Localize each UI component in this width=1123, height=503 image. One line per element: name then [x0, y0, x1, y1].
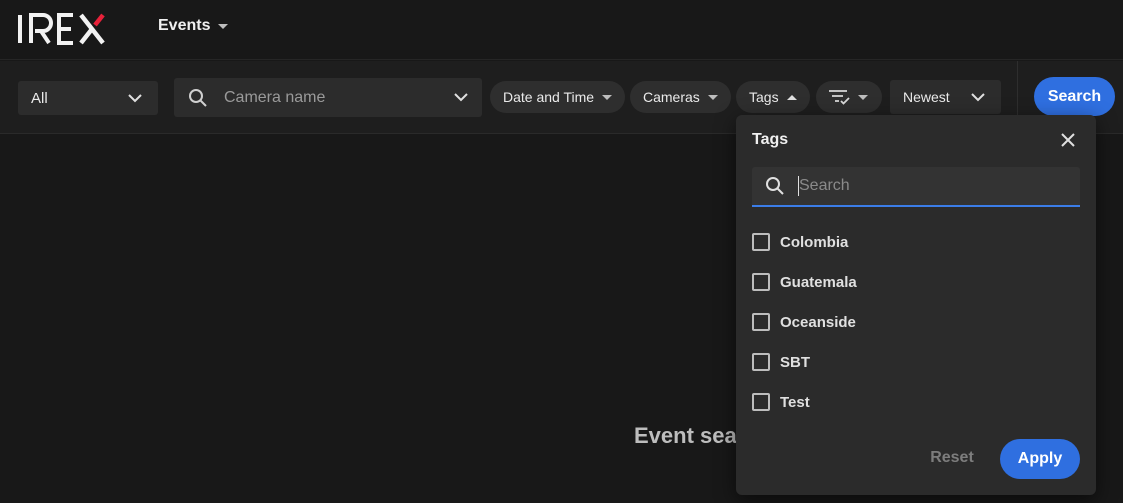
- tags-filter-label: Tags: [749, 89, 779, 105]
- caret-down-icon: [218, 23, 229, 29]
- tag-label: Colombia: [780, 233, 849, 251]
- tag-checkbox[interactable]: [752, 273, 770, 291]
- tag-label: Guatemala: [780, 273, 857, 291]
- top-bar: Events: [0, 0, 1123, 60]
- apply-button[interactable]: Apply: [1000, 439, 1080, 479]
- search-button[interactable]: Search: [1034, 77, 1115, 116]
- camera-name-input[interactable]: [224, 88, 454, 107]
- tag-option[interactable]: Oceanside: [752, 302, 857, 342]
- tag-option[interactable]: Colombia: [752, 222, 857, 262]
- caret-up-icon: [786, 94, 797, 100]
- tag-checkbox[interactable]: [752, 393, 770, 411]
- scope-select-value: All: [31, 89, 48, 107]
- reset-button[interactable]: Reset: [917, 442, 987, 474]
- advanced-filter[interactable]: [816, 81, 882, 113]
- chevron-down-icon: [971, 92, 985, 101]
- tag-list: Colombia Guatemala Oceanside SBT Test: [752, 232, 857, 432]
- tag-option[interactable]: Guatemala: [752, 262, 857, 302]
- scope-select[interactable]: All: [18, 81, 158, 115]
- irex-logo[interactable]: [17, 13, 121, 45]
- tag-search-field[interactable]: [752, 167, 1080, 207]
- tag-label: SBT: [780, 353, 810, 371]
- caret-down-icon: [602, 94, 613, 100]
- tag-label: Oceanside: [780, 313, 856, 331]
- tags-popover: Tags Colombia Guatemala Oceanside SBT: [736, 115, 1096, 495]
- tag-option[interactable]: SBT: [752, 342, 857, 382]
- events-menu-label: Events: [158, 17, 211, 34]
- search-icon: [766, 177, 784, 195]
- popover-title: Tags: [752, 131, 789, 148]
- caret-down-icon: [707, 94, 718, 100]
- close-icon[interactable]: [1060, 132, 1076, 148]
- chevron-down-icon[interactable]: [454, 93, 468, 102]
- sort-select-value: Newest: [903, 89, 950, 105]
- filter-icon: [829, 90, 850, 105]
- date-time-filter[interactable]: Date and Time: [490, 81, 626, 113]
- sort-select[interactable]: Newest: [890, 80, 1001, 114]
- empty-state-message: Event sea: [634, 423, 737, 448]
- chevron-down-icon: [128, 93, 142, 102]
- tags-filter[interactable]: Tags: [736, 81, 810, 113]
- tag-checkbox[interactable]: [752, 313, 770, 331]
- tag-checkbox[interactable]: [752, 233, 770, 251]
- tag-search-input[interactable]: [799, 177, 1067, 195]
- camera-name-field[interactable]: [174, 78, 482, 117]
- tag-checkbox[interactable]: [752, 353, 770, 371]
- tag-option[interactable]: Test: [752, 382, 857, 422]
- date-time-filter-label: Date and Time: [503, 89, 595, 105]
- tag-label: Test: [780, 393, 810, 411]
- events-menu[interactable]: Events: [158, 17, 229, 35]
- cameras-filter[interactable]: Cameras: [630, 81, 731, 113]
- caret-down-icon: [858, 94, 868, 100]
- cameras-filter-label: Cameras: [643, 89, 700, 105]
- search-icon: [189, 88, 207, 107]
